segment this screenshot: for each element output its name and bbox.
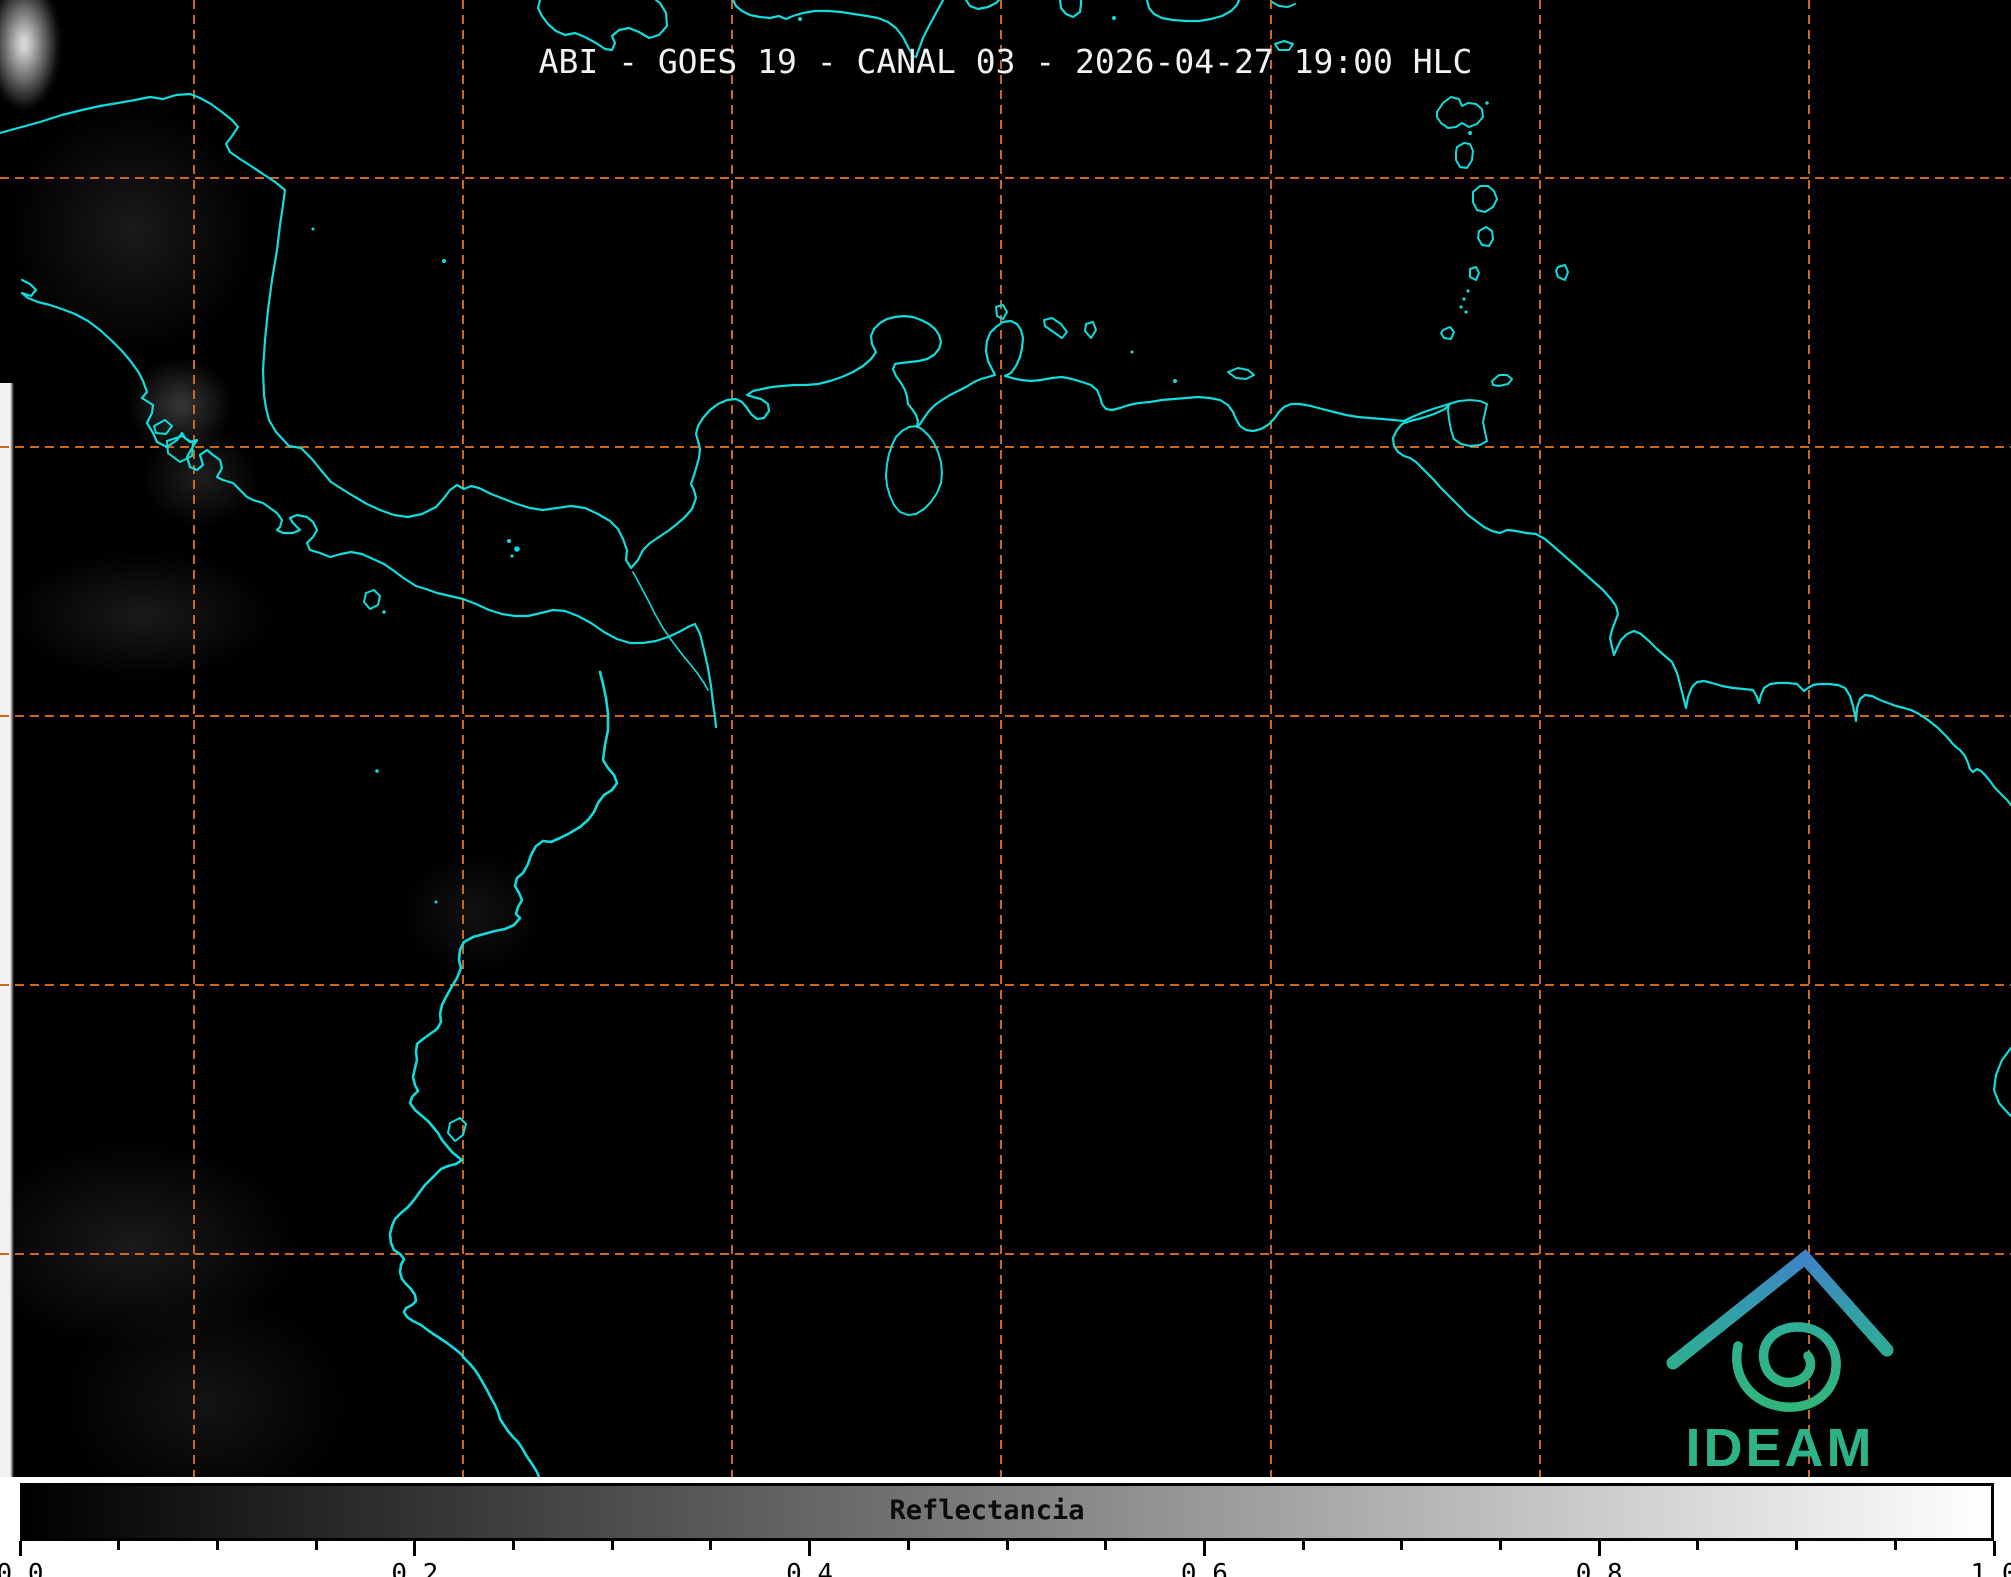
colorbar-minor-tick (117, 1541, 121, 1550)
ideam-logo: IDEAM (1655, 1248, 1905, 1477)
islet (507, 539, 511, 543)
pacific-south-america-coast (388, 670, 619, 1477)
islet (1464, 310, 1468, 314)
islet (510, 554, 514, 558)
colorbar-minor-tick (215, 1541, 219, 1550)
goes-satellite-image: ABI - GOES 19 - CANAL 03 - 2026-04-27 19… (0, 0, 2011, 1577)
colorbar-minor-tick (1893, 1541, 1897, 1550)
coiba (363, 589, 381, 610)
amazon-coast-fragment (1992, 1046, 2011, 1118)
bonaire (1084, 321, 1097, 339)
colorbar-minor-tick (314, 1541, 318, 1550)
ideam-logo-mark: IDEAM (1666, 1249, 1894, 1477)
tobago (1491, 374, 1513, 387)
colorbar-major-tick (18, 1541, 22, 1556)
dominica (1455, 142, 1474, 169)
logo-text: IDEAM (1686, 1418, 1875, 1477)
colorbar-minor-tick (1400, 1541, 1404, 1550)
puerto-rico-south-coast (1145, 0, 1241, 23)
st-croix-fragment (1271, 1, 1296, 8)
colorbar-minor-tick (1301, 1541, 1305, 1550)
colorbar-tick-label: 0.0 (0, 1559, 44, 1577)
margarita (1227, 367, 1255, 380)
grenada (1440, 326, 1455, 340)
islet (375, 769, 379, 773)
colorbar-major-tick (1597, 1541, 1601, 1556)
colorbar-minor-tick (610, 1541, 614, 1550)
islet (1485, 101, 1489, 105)
lake-nicaragua (166, 435, 194, 463)
islet (442, 259, 446, 263)
barbados (1555, 264, 1569, 281)
colorbar-minor-tick (512, 1541, 515, 1550)
islet (434, 900, 438, 904)
logo-spiral (1732, 1322, 1841, 1412)
colorbar-minor-tick (1795, 1541, 1799, 1550)
colorbar-minor-tick (709, 1541, 713, 1550)
logo-roof (1666, 1249, 1894, 1370)
islet (1173, 379, 1177, 383)
caribbean-mainland-coast (0, 92, 2011, 807)
islet (1130, 350, 1134, 354)
colorbar-major-tick (1992, 1541, 1996, 1556)
colorbar-tick-label: 0.6 (1180, 1559, 1228, 1577)
guadeloupe (1436, 96, 1484, 129)
martinique (1472, 185, 1498, 213)
colorbar-minor-tick (1005, 1541, 1009, 1550)
lake-managua (153, 419, 173, 435)
islet (1462, 297, 1466, 301)
map-area: ABI - GOES 19 - CANAL 03 - 2026-04-27 19… (0, 0, 2011, 1477)
hispaniola-fragment (964, 0, 1001, 11)
pacific-central-america-coast (20, 278, 718, 729)
colorbar-tick-label: 0.8 (1575, 1559, 1623, 1577)
colorbar-major-tick (808, 1541, 812, 1556)
colorbar-major-tick (1202, 1541, 1206, 1556)
islet (1112, 16, 1116, 20)
colorbar-tick-label: 0.2 (391, 1559, 439, 1577)
lake-maracaibo (885, 425, 943, 516)
colorbar-tick-label: 0.4 (786, 1559, 834, 1577)
islet (798, 17, 802, 21)
colorbar-major-tick (413, 1541, 417, 1556)
islet (1459, 305, 1463, 309)
curacao (1043, 317, 1068, 339)
islet (382, 610, 386, 614)
atrato-river (632, 571, 709, 691)
st-lucia (1477, 226, 1494, 247)
islet (514, 546, 520, 552)
islet (1466, 289, 1470, 293)
colorbar-minor-tick (1104, 1541, 1108, 1550)
trinidad (1447, 399, 1488, 447)
image-title: ABI - GOES 19 - CANAL 03 - 2026-04-27 19… (538, 42, 1473, 81)
islet (1468, 131, 1472, 135)
islet (311, 227, 315, 231)
colorbar-label: Reflectancia (889, 1495, 1085, 1526)
colorbar-panel: Reflectancia 0.0 0.2 0.4 0.6 0.8 1.0 (0, 1477, 2011, 1577)
st-vincent (1469, 266, 1480, 281)
colorbar-tick-label: 1.0 (1970, 1559, 2011, 1577)
colorbar-minor-tick (906, 1541, 910, 1550)
colorbar-minor-tick (1696, 1541, 1700, 1550)
colorbar-minor-tick (1499, 1541, 1502, 1550)
beata-fragment (1058, 0, 1083, 19)
